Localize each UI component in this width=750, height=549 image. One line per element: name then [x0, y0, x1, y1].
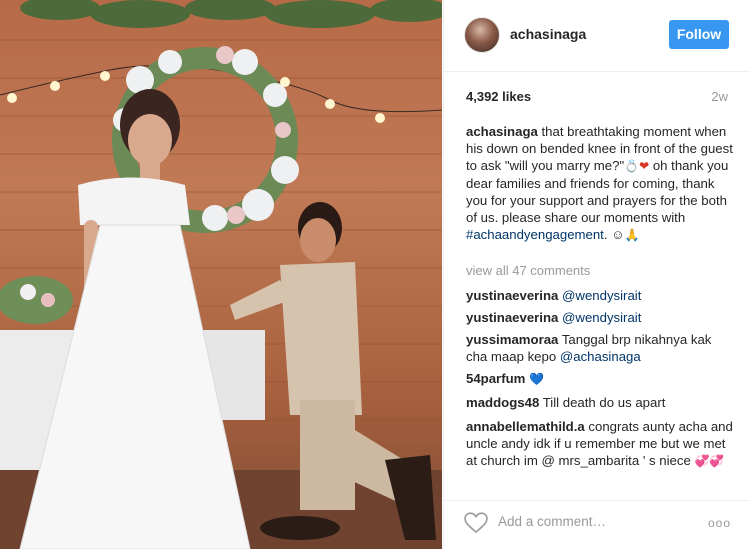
- add-comment-input[interactable]: Add a comment…: [498, 514, 606, 529]
- comment-username[interactable]: maddogs48: [466, 395, 539, 410]
- user-avatar[interactable]: [464, 17, 500, 53]
- blue-heart-emoji: 💙: [529, 372, 544, 386]
- post-header: achasinaga Follow: [444, 0, 750, 72]
- comment-username[interactable]: yustinaeverina: [466, 288, 558, 303]
- more-options-icon[interactable]: ooo: [708, 516, 731, 530]
- comment-username[interactable]: yustinaeverina: [466, 310, 558, 325]
- comment-item: 54parfum 💙: [466, 370, 734, 388]
- comment-item: yustinaeverina @wendysirait: [466, 287, 734, 304]
- comment-mention[interactable]: @achasinaga: [560, 349, 641, 364]
- comment-text: Till death do us apart: [542, 395, 666, 410]
- comment-mention[interactable]: @wendysirait: [562, 310, 641, 325]
- view-all-comments-link[interactable]: view all 47 comments: [466, 263, 590, 278]
- caption-username[interactable]: achasinaga: [466, 124, 538, 139]
- comment-username[interactable]: yussimamoraa: [466, 332, 558, 347]
- heart-outline-icon[interactable]: [464, 512, 488, 534]
- likes-count[interactable]: 4,392 likes: [466, 89, 531, 104]
- comment-item: annabellemathild.a congrats aunty acha a…: [466, 418, 734, 470]
- username-link[interactable]: achasinaga: [510, 26, 586, 42]
- heart-emoji: ❤: [639, 159, 650, 173]
- comment-bar: Add a comment… ooo: [444, 500, 750, 549]
- comment-username[interactable]: 54parfum: [466, 371, 525, 386]
- post-photo[interactable]: [0, 0, 442, 549]
- follow-button[interactable]: Follow: [669, 20, 729, 49]
- post-caption: achasinaga that breathtaking moment when…: [466, 123, 734, 244]
- comment-mention[interactable]: @wendysirait: [562, 288, 641, 303]
- comment-username[interactable]: annabellemathild.a: [466, 419, 585, 434]
- caption-hashtag[interactable]: #achaandyengagement: [466, 227, 604, 242]
- comment-item: yustinaeverina @wendysirait: [466, 309, 734, 326]
- comment-item: yussimamoraa Tanggal brp nikahnya kak ch…: [466, 331, 734, 365]
- engagement-photo-illustration: [0, 0, 442, 549]
- post-details-panel: achasinaga Follow 4,392 likes 2w achasin…: [443, 0, 750, 549]
- ring-emoji: 💍: [624, 159, 640, 173]
- pink-hearts-emoji: 💞💞: [694, 454, 725, 468]
- caption-text-part3: . ☺: [603, 227, 625, 242]
- praying-hands-emoji: 🙏: [624, 228, 640, 242]
- post-time[interactable]: 2w: [711, 89, 728, 104]
- comment-item: maddogs48 Till death do us apart: [466, 394, 734, 411]
